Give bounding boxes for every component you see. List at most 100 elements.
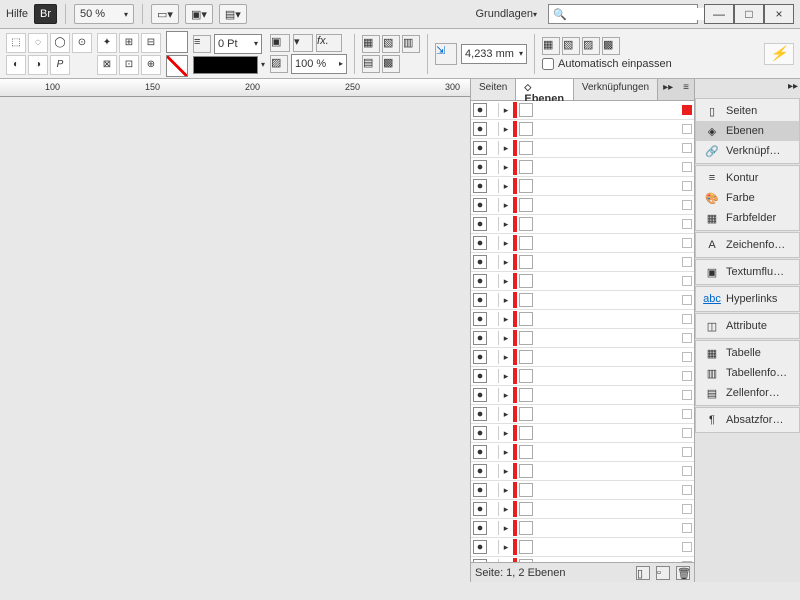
panel-color[interactable]: 🎨Farbe	[696, 188, 799, 208]
layer-row[interactable]: ▸	[471, 101, 694, 120]
selection-box[interactable]	[682, 314, 692, 324]
panel-cellformat[interactable]: ▤Zellenfor…	[696, 383, 799, 403]
visibility-toggle-icon[interactable]	[473, 464, 487, 478]
tab-pages[interactable]: Seiten	[471, 79, 516, 100]
visibility-toggle-icon[interactable]	[473, 160, 487, 174]
lock-toggle[interactable]	[489, 293, 499, 307]
panel-paragraph[interactable]: ¶Absatzfor…	[696, 410, 799, 430]
layer-row[interactable]: ▸	[471, 253, 694, 272]
visibility-toggle-icon[interactable]	[473, 407, 487, 421]
lock-toggle[interactable]	[489, 350, 499, 364]
layer-row[interactable]: ▸	[471, 405, 694, 424]
selection-box[interactable]	[682, 409, 692, 419]
layer-row[interactable]: ▸	[471, 367, 694, 386]
visibility-toggle-icon[interactable]	[473, 502, 487, 516]
align-icon-1[interactable]: ✦	[97, 33, 117, 53]
visibility-toggle-icon[interactable]	[473, 331, 487, 345]
tab-layers[interactable]: ◇ Ebenen	[516, 79, 573, 100]
visibility-toggle-icon[interactable]	[473, 274, 487, 288]
panel-expand-button[interactable]: ▸▸	[658, 79, 678, 100]
lock-toggle[interactable]	[489, 198, 499, 212]
selection-box[interactable]	[682, 523, 692, 533]
fit-content-icon[interactable]: ▦	[362, 35, 380, 53]
layer-row[interactable]: ▸	[471, 481, 694, 500]
lock-toggle[interactable]	[489, 388, 499, 402]
disclosure-icon[interactable]: ▸	[501, 162, 511, 173]
new-sublayer-icon[interactable]: ▯	[636, 566, 650, 580]
center-content-icon[interactable]: ▤	[362, 55, 380, 73]
lock-toggle[interactable]	[489, 274, 499, 288]
grid-icon-1[interactable]: ▦	[542, 37, 560, 55]
wrap-shape-icon[interactable]: ◯	[50, 33, 70, 53]
fit-frame-icon[interactable]: ▧	[382, 35, 400, 53]
wrap-jump-icon[interactable]: ⊙	[72, 33, 92, 53]
search-box[interactable]: 🔍	[548, 4, 698, 24]
disclosure-icon[interactable]: ▸	[501, 390, 511, 401]
layer-row[interactable]: ▸	[471, 196, 694, 215]
layer-row[interactable]: ▸	[471, 158, 694, 177]
grid-icon-4[interactable]: ▩	[602, 37, 620, 55]
visibility-toggle-icon[interactable]	[473, 103, 487, 117]
wrap-none-icon[interactable]: ⬚	[6, 33, 26, 53]
selection-box[interactable]	[682, 371, 692, 381]
panel-textwrap[interactable]: ▣Textumflu…	[696, 262, 799, 282]
disclosure-icon[interactable]: ▸	[501, 219, 511, 230]
layer-row[interactable]: ▸	[471, 234, 694, 253]
visibility-toggle-icon[interactable]	[473, 388, 487, 402]
wrap-col-icon[interactable]: ◐	[6, 55, 26, 75]
tab-links[interactable]: Verknüpfungen	[574, 79, 658, 100]
lock-toggle[interactable]	[489, 426, 499, 440]
view-options-button[interactable]: ▭▾	[151, 4, 179, 24]
quick-apply-button[interactable]: ⚡	[764, 43, 794, 65]
panel-tableformat[interactable]: ▥Tabellenfo…	[696, 363, 799, 383]
selection-box[interactable]	[682, 333, 692, 343]
lock-toggle[interactable]	[489, 217, 499, 231]
disclosure-icon[interactable]: ▸	[501, 485, 511, 496]
lock-toggle[interactable]	[489, 483, 499, 497]
visibility-toggle-icon[interactable]	[473, 255, 487, 269]
layer-row[interactable]: ▸	[471, 272, 694, 291]
fill-swatch-group[interactable]	[166, 31, 188, 77]
screen-mode-button[interactable]: ▣▾	[185, 4, 213, 24]
layer-row[interactable]: ▸	[471, 443, 694, 462]
maximize-button[interactable]: □	[734, 4, 764, 24]
lock-toggle[interactable]	[489, 540, 499, 554]
disclosure-icon[interactable]: ▸	[501, 428, 511, 439]
visibility-toggle-icon[interactable]	[473, 445, 487, 459]
panel-menu-button[interactable]: ≡	[678, 79, 694, 100]
layer-row[interactable]: ▸	[471, 348, 694, 367]
lock-toggle[interactable]	[489, 521, 499, 535]
disclosure-icon[interactable]: ▸	[501, 447, 511, 458]
lock-toggle[interactable]	[489, 445, 499, 459]
selection-box[interactable]	[682, 162, 692, 172]
visibility-toggle-icon[interactable]	[473, 483, 487, 497]
lock-toggle[interactable]	[489, 312, 499, 326]
visibility-toggle-icon[interactable]	[473, 369, 487, 383]
stroke-weight-field[interactable]: 0 Pt▾	[214, 34, 262, 54]
panel-character[interactable]: AZeichenfo…	[696, 235, 799, 255]
lock-toggle[interactable]	[489, 369, 499, 383]
selection-box[interactable]	[682, 485, 692, 495]
disclosure-icon[interactable]: ▸	[501, 409, 511, 420]
workspace-switcher[interactable]: Grundlagen ▾	[470, 4, 542, 24]
layer-row[interactable]: ▸	[471, 177, 694, 196]
disclosure-icon[interactable]: ▸	[501, 371, 511, 382]
fit-prop-icon[interactable]: ▥	[402, 35, 420, 53]
new-layer-icon[interactable]: ▫	[656, 566, 670, 580]
help-menu[interactable]: Hilfe	[6, 8, 28, 20]
lock-toggle[interactable]	[489, 236, 499, 250]
disclosure-icon[interactable]: ▸	[501, 105, 511, 116]
visibility-toggle-icon[interactable]	[473, 198, 487, 212]
panel-attributes[interactable]: ◫Attribute	[696, 316, 799, 336]
paragraph-icon[interactable]: P	[50, 55, 70, 75]
selection-box[interactable]	[682, 390, 692, 400]
selection-box[interactable]	[682, 181, 692, 191]
disclosure-icon[interactable]: ▸	[501, 542, 511, 553]
size-field[interactable]: 4,233 mm▾	[461, 44, 527, 64]
visibility-toggle-icon[interactable]	[473, 540, 487, 554]
disclosure-icon[interactable]: ▸	[501, 200, 511, 211]
disclosure-icon[interactable]: ▸	[501, 238, 511, 249]
disclosure-icon[interactable]: ▸	[501, 181, 511, 192]
layer-row[interactable]: ▸	[471, 500, 694, 519]
disclosure-icon[interactable]: ▸	[501, 257, 511, 268]
